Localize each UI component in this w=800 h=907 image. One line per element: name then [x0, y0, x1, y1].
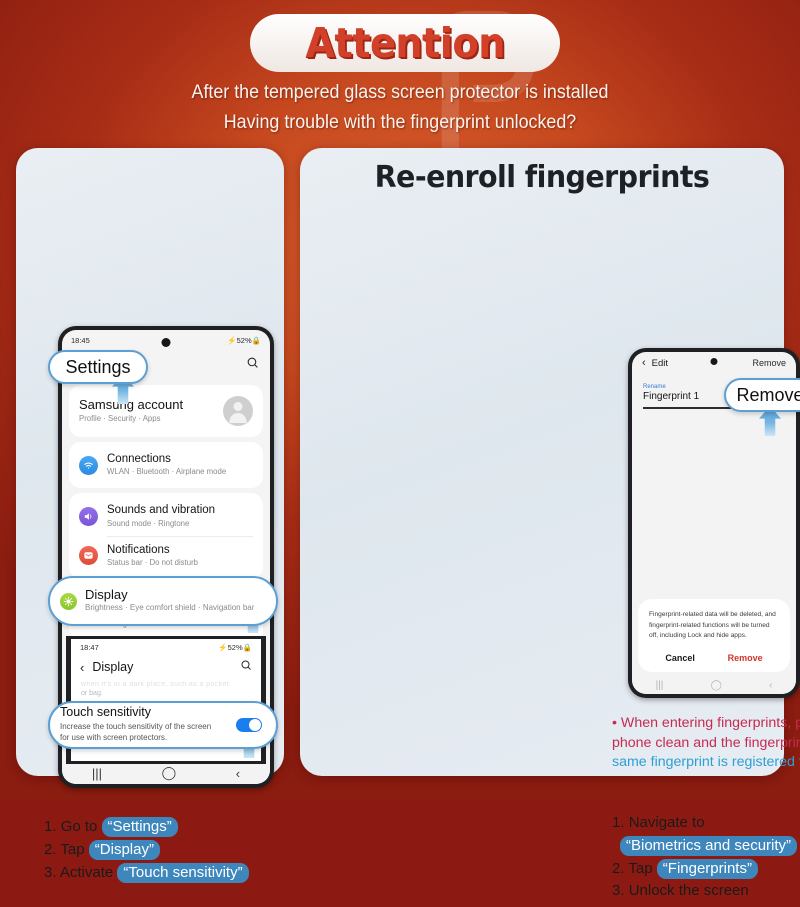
back-chevron-icon[interactable]: ‹ — [80, 660, 84, 675]
android-nav-bar[interactable]: ||| ◯ ‹ — [632, 676, 796, 694]
back-icon[interactable]: ‹ — [769, 680, 772, 691]
highlight-chip: “Fingerprints” — [656, 858, 758, 879]
avatar[interactable] — [223, 396, 253, 426]
speaker-icon — [79, 507, 98, 527]
display-ghost-text: when it's in a dark place, such as a poc… — [81, 681, 230, 698]
callout-toggle[interactable] — [236, 718, 262, 732]
settings-row-title: Sounds and vibration — [107, 504, 216, 517]
status-battery: ⚡52%🔒 — [227, 335, 261, 345]
divider — [107, 535, 253, 537]
display-header: ‹ Display — [71, 654, 261, 680]
samsung-account-row[interactable]: Samsung account Profile · Security · App… — [79, 392, 253, 430]
settings-row-title: Connections — [107, 453, 171, 465]
banner-subtitle-2: Having trouble with the fingerprint unlo… — [223, 112, 577, 133]
notification-icon — [79, 546, 98, 566]
settings-row-connections[interactable]: Connections WLAN · Bluetooth · Airplane … — [79, 449, 253, 481]
list-item: 3. Activate “Touch sensitivity” — [44, 862, 294, 885]
list-item: 2. Tap “Display” — [44, 839, 294, 862]
callout-settings-label: Settings — [65, 356, 131, 377]
recents-icon[interactable]: ||| — [92, 766, 102, 781]
callout-remove: Remove — [724, 378, 800, 412]
dialog-remove-button[interactable]: Remove — [728, 653, 763, 663]
left-steps-list: 1. Go to “Settings” 2. Tap “Display” 3. … — [44, 816, 294, 884]
home-icon[interactable]: ◯ — [162, 765, 177, 781]
display-header-title: Display — [92, 660, 134, 674]
highlight-chip: “Biometrics and security” — [620, 835, 798, 857]
edit-remove-button[interactable]: Remove — [752, 358, 786, 368]
connections-card[interactable]: Connections WLAN · Bluetooth · Airplane … — [69, 442, 263, 489]
callout-touch-subtitle: Increase the touch sensitivity of the sc… — [60, 722, 212, 742]
back-icon[interactable]: ‹ — [236, 766, 240, 781]
search-icon[interactable] — [246, 356, 259, 374]
remove-confirm-dialog: Fingerprint-related data will be deleted… — [638, 599, 790, 672]
highlight-chip: “Display” — [88, 839, 160, 861]
back-chevron-icon[interactable]: ‹ — [642, 357, 646, 369]
callout-remove-label: Remove — [736, 384, 800, 405]
settings-row-subtitle: Sound mode · Ringtone — [107, 518, 190, 528]
samsung-account-card[interactable]: Samsung account Profile · Security · App… — [69, 385, 263, 437]
bullet-note: • When entering fingerprints, please kee… — [612, 714, 800, 773]
right-panel-title: Re-enroll fingerprints — [374, 160, 710, 195]
search-icon[interactable] — [240, 658, 252, 676]
edit-header-title: Edit — [651, 357, 669, 369]
settings-row-sounds[interactable]: Sounds and vibration Sound mode · Ringto… — [79, 500, 253, 532]
callout-touch-title: Touch sensitivity — [60, 705, 152, 720]
samsung-account-title: Samsung account — [79, 396, 184, 412]
list-item: 1. Navigate to “Biometrics and security” — [612, 812, 800, 858]
settings-row-title: Notifications — [107, 543, 170, 556]
status-bar-display: 18:47 ⚡52%🔒 — [71, 639, 261, 654]
settings-row-subtitle: Status bar · Do not disturb — [107, 557, 199, 567]
right-steps-column-a: 1. Navigate to “Biometrics and security”… — [612, 812, 800, 903]
poster-root: Attention After the tempered glass scree… — [0, 0, 800, 899]
camera-punch-hole-icon — [161, 338, 171, 347]
highlight-chip: “Settings” — [101, 817, 178, 838]
status-battery: ⚡52%🔒 — [218, 643, 252, 652]
callout-settings: Settings — [48, 350, 148, 384]
highlight-chip: “Touch sensitivity” — [117, 862, 249, 883]
camera-punch-hole-icon — [710, 358, 718, 365]
left-panel: 18:45 ⚡52%🔒 Settings Samsung account Pro… — [16, 148, 284, 883]
banner-subtitle-1: After the tempered glass screen protecto… — [191, 82, 609, 103]
status-time: 18:45 — [71, 335, 90, 345]
wifi-icon — [79, 455, 98, 475]
status-time: 18:47 — [80, 643, 99, 652]
list-item: 1. Go to “Settings” — [44, 816, 294, 839]
list-item: 3. Unlock the screen — [612, 882, 749, 900]
dialog-cancel-button[interactable]: Cancel — [665, 653, 695, 663]
samsung-account-subtitle: Profile · Security · Apps — [79, 413, 161, 423]
settings-row-notifications[interactable]: Notifications Status bar · Do not distur… — [79, 540, 253, 572]
attention-banner: Attention — [250, 14, 560, 72]
list-item: 2. Tap “Fingerprints” — [612, 858, 800, 881]
sounds-notifications-card[interactable]: Sounds and vibration Sound mode · Ringto… — [69, 493, 263, 580]
banner-title: Attention — [305, 19, 505, 67]
bullet-marker: • — [612, 715, 617, 731]
settings-row-subtitle: WLAN · Bluetooth · Airplane mode — [107, 467, 227, 477]
right-panel: Re-enroll fingerprints ‹ Edit Remove Ren… — [300, 148, 800, 899]
callout-display: Display Brightness · Eye comfort shield … — [48, 576, 278, 626]
recents-icon[interactable]: ||| — [656, 680, 664, 691]
brightness-icon — [60, 592, 77, 610]
callout-display-title: Display — [85, 587, 128, 603]
callout-touch-sensitivity: Touch sensitivity Increase the touch sen… — [48, 701, 278, 749]
bullet-red-text: When entering fingerprints, please keep … — [612, 715, 800, 751]
callout-display-subtitle: Brightness · Eye comfort shield · Naviga… — [85, 603, 255, 613]
dialog-message: Fingerprint-related data will be deleted… — [649, 611, 776, 639]
home-icon[interactable]: ◯ — [711, 680, 722, 691]
android-nav-bar[interactable]: ||| ◯ ‹ — [62, 762, 270, 784]
